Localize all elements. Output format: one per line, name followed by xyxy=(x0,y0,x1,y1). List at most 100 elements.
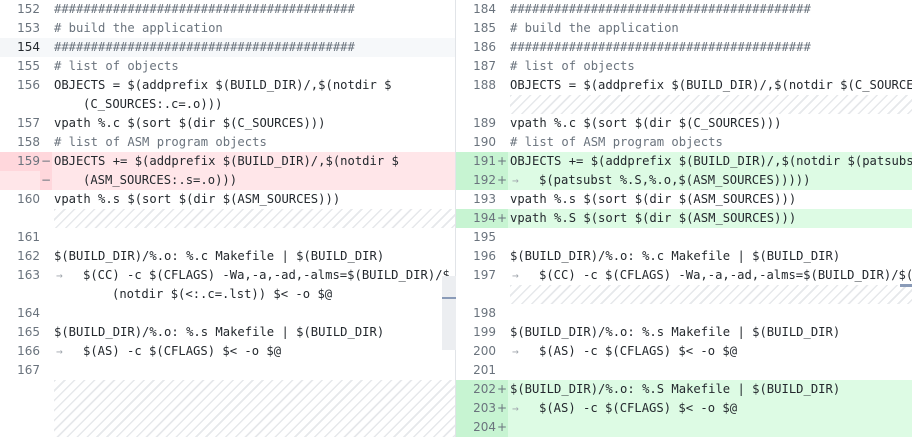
deleted-line[interactable]: 159− OBJECTS += $(addprefix $(BUILD_DIR)/… xyxy=(0,152,456,171)
code-line[interactable]: 186 #####################################… xyxy=(456,38,912,57)
diff-marker: + xyxy=(496,399,508,418)
line-number: 185 xyxy=(473,21,496,35)
line-number: 155 xyxy=(17,59,40,73)
line-number: 165 xyxy=(17,325,40,339)
code-text: $(AS) -c $(CFLAGS) $< -o $@ xyxy=(539,344,738,358)
code-line[interactable]: 161 xyxy=(0,228,456,247)
code-text: $(AS) -c $(CFLAGS) $< -o $@ xyxy=(539,401,738,415)
code-line[interactable]: 153 # build the application xyxy=(0,19,456,38)
code-text: ########################################… xyxy=(54,40,355,54)
code-text: # list of objects xyxy=(510,59,635,73)
diff-marker: − xyxy=(40,171,52,190)
code-line[interactable]: 197 → $(CC) -c $(CFLAGS) -Wa,-a,-ad,-alms=… xyxy=(456,266,912,285)
added-line[interactable]: 191 + OBJECTS += $(addprefix $(BUILD_DIR)/… xyxy=(456,152,912,171)
code-text: $(BUILD_DIR)/%.o: %.s Makefile | $(BUILD… xyxy=(54,325,385,339)
code-line[interactable]: 156 OBJECTS = $(addprefix $(BUILD_DIR)/,$… xyxy=(0,76,456,95)
added-line[interactable]: 202 + $(BUILD_DIR)/%.o: %.S Makefile | $(B… xyxy=(456,380,912,399)
line-number: 194 xyxy=(456,209,496,228)
code-line[interactable]: 196 $(BUILD_DIR)/%.o: %.c Makefile | $(BU… xyxy=(456,247,912,266)
line-number: 167 xyxy=(17,363,40,377)
line-number: 200 xyxy=(473,344,496,358)
line-number: 163 xyxy=(17,268,40,282)
code-line[interactable]: 167 xyxy=(0,361,456,380)
line-number: 153 xyxy=(17,21,40,35)
code-line[interactable]: 188 OBJECTS = $(addprefix $(BUILD_DIR)/,$… xyxy=(456,76,912,95)
deleted-line[interactable]: − (ASM_SOURCES:.s=.o))) xyxy=(0,171,456,190)
code-line[interactable]: 185 # build the application xyxy=(456,19,912,38)
code-text: (ASM_SOURCES:.s=.o))) xyxy=(83,173,238,187)
code-line[interactable]: 193 vpath %.s $(sort $(dir $(ASM_SOURCES)… xyxy=(456,190,912,209)
line-number: 166 xyxy=(17,344,40,358)
added-line[interactable]: 194 + vpath %.S $(sort $(dir $(ASM_SOURCES… xyxy=(456,209,912,228)
diff-marker: + xyxy=(496,152,508,171)
right-scroll-marker xyxy=(900,284,912,287)
hatched-gap xyxy=(54,209,456,228)
line-number: 187 xyxy=(473,59,496,73)
line-number: 193 xyxy=(473,192,496,206)
code-text: # build the application xyxy=(510,21,679,35)
code-line[interactable]: 152 #####################################… xyxy=(0,0,456,19)
line-number: 158 xyxy=(17,135,40,149)
diff-marker: + xyxy=(496,209,508,228)
code-line[interactable]: 164 xyxy=(0,304,456,323)
code-line[interactable]: 200 → $(AS) -c $(CFLAGS) $< -o $@ xyxy=(456,342,912,361)
line-number: 159 xyxy=(0,152,40,171)
code-line[interactable]: (notdir $(<:.c=.lst)) $< -o $@ xyxy=(0,285,456,304)
right-diff-pane[interactable]: 184 #####################################… xyxy=(456,0,912,437)
code-line[interactable]: 189 vpath %.c $(sort $(dir $(C_SOURCES))) xyxy=(456,114,912,133)
code-text: (C_SOURCES:.c=.o))) xyxy=(83,97,223,111)
line-number: 201 xyxy=(473,363,496,377)
line-number: 184 xyxy=(473,2,496,16)
code-line[interactable]: 154 #####################################… xyxy=(0,38,456,57)
code-text: # list of ASM program objects xyxy=(510,135,723,149)
code-line[interactable]: 198 xyxy=(456,304,912,323)
code-line[interactable]: 157 vpath %.c $(sort $(dir $(C_SOURCES))) xyxy=(0,114,456,133)
code-line[interactable]: 184 #####################################… xyxy=(456,0,912,19)
code-line[interactable]: 163 → $(CC) -c $(CFLAGS) -Wa,-a,-ad,-alms=… xyxy=(0,266,456,285)
line-number: 203 xyxy=(456,399,496,418)
hatched-gap xyxy=(510,285,912,304)
line-number: 195 xyxy=(473,230,496,244)
code-text: vpath %.s $(sort $(dir $(ASM_SOURCES))) xyxy=(510,192,797,206)
added-line[interactable]: 203 + → $(AS) -c $(CFLAGS) $< -o $@ xyxy=(456,399,912,418)
diff-marker: + xyxy=(496,418,508,437)
code-line[interactable]: 201 xyxy=(456,361,912,380)
left-scrollbar-thumb[interactable] xyxy=(442,276,456,350)
code-text: $(CC) -c $(CFLAGS) -Wa,-a,-ad,-alms=$(BU… xyxy=(539,268,912,282)
code-line[interactable]: 158 # list of ASM program objects xyxy=(0,133,456,152)
code-line[interactable]: 155 # list of objects xyxy=(0,57,456,76)
tab-arrow-icon: → xyxy=(512,345,519,358)
code-line[interactable]: 199 $(BUILD_DIR)/%.o: %.s Makefile | $(BU… xyxy=(456,323,912,342)
code-text: ########################################… xyxy=(54,2,355,16)
code-text: OBJECTS += $(addprefix $(BUILD_DIR)/,$(n… xyxy=(54,154,399,168)
tab-arrow-icon: → xyxy=(56,345,63,358)
code-text: ########################################… xyxy=(510,2,811,16)
line-number: 156 xyxy=(17,78,40,92)
line-number: 191 xyxy=(456,152,496,171)
code-text: # list of objects xyxy=(54,59,179,73)
code-text: ########################################… xyxy=(510,40,811,54)
code-line[interactable]: 165 $(BUILD_DIR)/%.o: %.s Makefile | $(BU… xyxy=(0,323,456,342)
line-number: 161 xyxy=(17,230,40,244)
line-number: 157 xyxy=(17,116,40,130)
diff-marker: − xyxy=(40,152,52,171)
code-line[interactable]: 160 vpath %.s $(sort $(dir $(ASM_SOURCES)… xyxy=(0,190,456,209)
line-number: 204 xyxy=(456,418,496,437)
tab-arrow-icon: → xyxy=(512,174,519,187)
code-line[interactable]: 162 $(BUILD_DIR)/%.o: %.c Makefile | $(BU… xyxy=(0,247,456,266)
added-line[interactable]: 204 + xyxy=(456,418,912,437)
line-number: 198 xyxy=(473,306,496,320)
code-text: $(patsubst %.S,%.o,$(ASM_SOURCES))))) xyxy=(539,173,811,187)
code-text: $(BUILD_DIR)/%.o: %.s Makefile | $(BUILD… xyxy=(510,325,841,339)
code-text: $(AS) -c $(CFLAGS) $< -o $@ xyxy=(83,344,282,358)
added-line[interactable]: 192 + → $(patsubst %.S,%.o,$(ASM_SOURCES)))… xyxy=(456,171,912,190)
code-text: $(BUILD_DIR)/%.o: %.S Makefile | $(BUILD… xyxy=(510,382,841,396)
code-line[interactable]: 195 xyxy=(456,228,912,247)
code-line[interactable]: (C_SOURCES:.c=.o))) xyxy=(0,95,456,114)
left-diff-pane[interactable]: 152 #####################################… xyxy=(0,0,456,437)
code-line[interactable]: 187 # list of objects xyxy=(456,57,912,76)
code-line[interactable]: 190 # list of ASM program objects xyxy=(456,133,912,152)
line-number: 186 xyxy=(473,40,496,54)
line-number: 190 xyxy=(473,135,496,149)
code-line[interactable]: 166 → $(AS) -c $(CFLAGS) $< -o $@ xyxy=(0,342,456,361)
